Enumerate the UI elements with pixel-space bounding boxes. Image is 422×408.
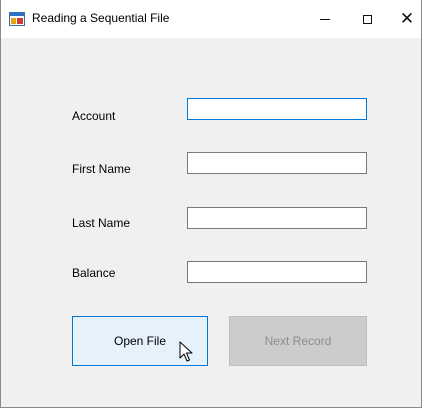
close-icon: ✕ xyxy=(399,8,415,29)
balance-field[interactable] xyxy=(187,261,367,283)
last-name-field[interactable] xyxy=(187,207,367,229)
close-button[interactable]: ✕ xyxy=(387,0,421,38)
last-name-label: Last Name xyxy=(72,216,131,230)
window-title: Reading a Sequential File xyxy=(32,11,170,25)
minimize-button[interactable] xyxy=(305,0,345,38)
balance-label: Balance xyxy=(72,266,116,280)
next-record-button[interactable]: Next Record xyxy=(229,316,367,366)
maximize-button[interactable] xyxy=(347,0,387,38)
mouse-pointer-icon xyxy=(179,341,193,362)
app-form-icon xyxy=(9,12,25,26)
first-name-label: First Name xyxy=(72,162,131,176)
maximize-icon xyxy=(362,14,372,24)
account-label: Account xyxy=(72,109,116,123)
first-name-field[interactable] xyxy=(187,152,367,174)
minimize-icon xyxy=(320,18,330,20)
app-window: Reading a Sequential File ✕ Account Firs… xyxy=(0,0,422,408)
account-field[interactable] xyxy=(187,98,367,120)
title-bar[interactable]: Reading a Sequential File ✕ xyxy=(1,0,421,38)
